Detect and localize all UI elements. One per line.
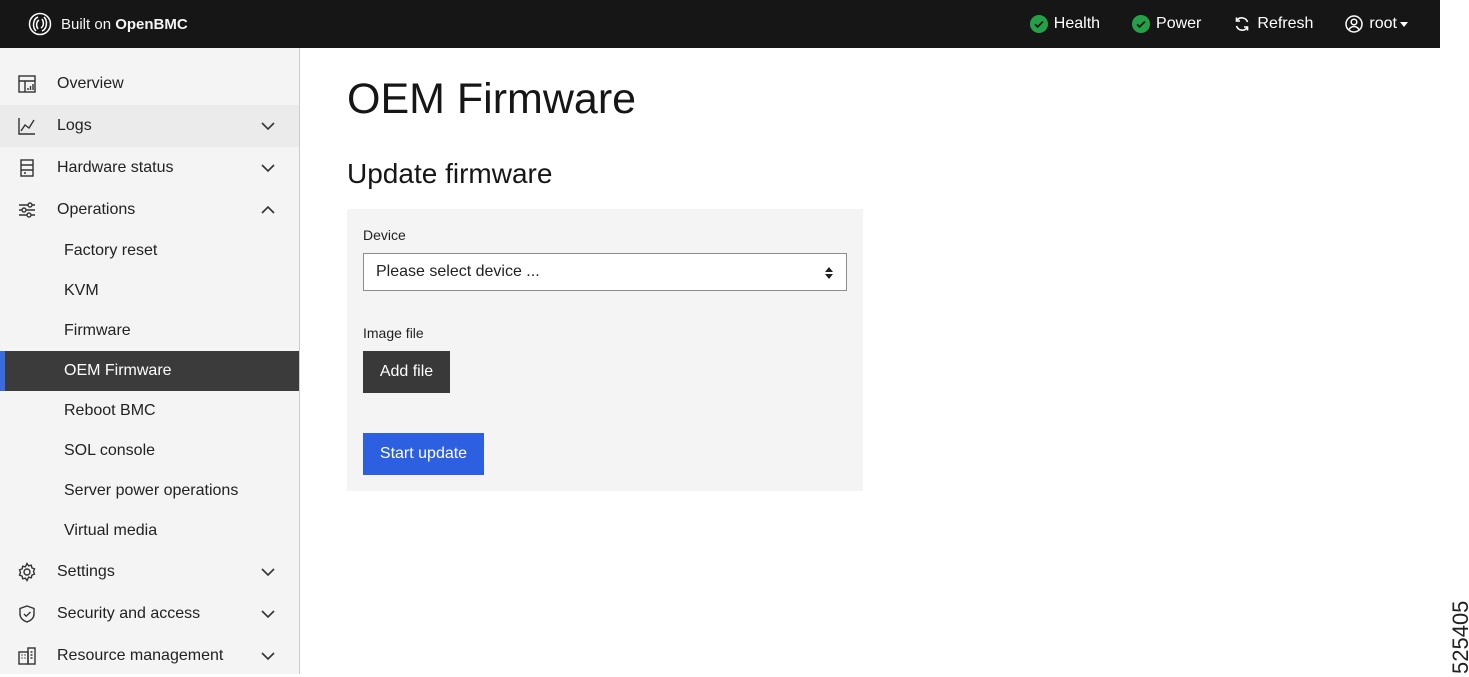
- data-base-icon: [20, 159, 34, 177]
- sidebar-item-overview[interactable]: Overview: [0, 63, 299, 105]
- update-firmware-panel: Device Please select device ... Image fi…: [347, 209, 863, 491]
- device-label: Device: [363, 227, 406, 243]
- device-select[interactable]: Please select device ...: [363, 253, 847, 291]
- chevron-down-icon: [261, 610, 275, 619]
- sidebar-item-settings[interactable]: Settings: [0, 551, 299, 593]
- check-circle-icon: [1029, 15, 1048, 33]
- sidebar-subitem-virtual-media[interactable]: Virtual media: [0, 511, 299, 551]
- chevron-up-icon: [261, 205, 275, 214]
- section-title: Update firmware: [347, 158, 553, 189]
- chevron-down-icon: [261, 164, 275, 173]
- brand-prefix: Built on: [61, 15, 112, 33]
- sidebar-item-logs[interactable]: Logs: [0, 105, 299, 147]
- sidebar-item-label: Overview: [57, 75, 124, 92]
- sidebar-subitem-firmware[interactable]: Firmware: [0, 311, 299, 351]
- chevron-down-icon: [261, 122, 275, 131]
- sidebar: Overview Logs Hardware status Operations…: [0, 48, 300, 674]
- sidebar-item-label: Hardware status: [57, 159, 174, 176]
- sidebar-item-label: Operations: [57, 201, 136, 218]
- chevron-down-icon: [261, 652, 275, 661]
- user-avatar-icon: [1345, 15, 1364, 33]
- brand-text: Built on OpenBMC: [61, 16, 188, 33]
- page-title: OEM Firmware: [347, 75, 637, 123]
- health-status[interactable]: Health: [1029, 15, 1101, 33]
- caret-down-icon: [1400, 21, 1408, 27]
- chevron-down-icon: [261, 568, 275, 577]
- sidebar-subitem-factory-reset[interactable]: Factory reset: [0, 231, 299, 271]
- add-file-button[interactable]: Add file: [363, 351, 450, 393]
- refresh-icon: [1236, 17, 1249, 31]
- user-label: root: [1369, 15, 1397, 32]
- power-status[interactable]: Power: [1132, 15, 1201, 33]
- sidebar-item-label: Logs: [57, 117, 92, 134]
- brand-name: OpenBMC: [115, 15, 188, 33]
- sidebar-item-security-and-access[interactable]: Security and access: [0, 593, 299, 635]
- sidebar-item-label: Resource management: [57, 647, 224, 664]
- sidebar-subitem-oem-firmware[interactable]: OEM Firmware: [0, 351, 299, 391]
- refresh-button[interactable]: Refresh: [1233, 15, 1313, 33]
- brand[interactable]: Built on OpenBMC: [28, 12, 188, 36]
- side-id-label: 525405: [1448, 600, 1469, 674]
- sidebar-subitem-server-power-operations[interactable]: Server power operations: [0, 471, 299, 511]
- health-label: Health: [1053, 15, 1101, 32]
- refresh-label: Refresh: [1257, 15, 1314, 32]
- user-menu[interactable]: root: [1345, 15, 1408, 33]
- openbmc-logo-icon: [28, 12, 52, 36]
- dashboard-icon: [18, 75, 36, 93]
- power-label: Power: [1156, 15, 1202, 32]
- sidebar-subitem-reboot-bmc[interactable]: Reboot BMC: [0, 391, 299, 431]
- sidebar-item-hardware-status[interactable]: Hardware status: [0, 147, 299, 189]
- shield-icon: [19, 605, 35, 623]
- sidebar-item-label: Security and access: [57, 605, 201, 622]
- top-navbar: Built on OpenBMC Health Power Refresh ro…: [0, 0, 1440, 48]
- device-select-value: Please select device ...: [376, 263, 540, 280]
- building-icon: [18, 647, 36, 665]
- sidebar-item-operations[interactable]: Operations: [0, 189, 299, 231]
- sidebar-item-resource-management[interactable]: Resource management: [0, 635, 299, 677]
- sidebar-subitem-sol-console[interactable]: SOL console: [0, 431, 299, 471]
- chart-line-icon: [18, 118, 35, 135]
- sidebar-item-label: Settings: [57, 563, 115, 580]
- settings-adjust-icon: [19, 202, 35, 218]
- image-file-label: Image file: [363, 325, 424, 341]
- gear-icon: [18, 562, 36, 582]
- sidebar-subitem-kvm[interactable]: KVM: [0, 271, 299, 311]
- check-circle-icon: [1132, 15, 1151, 33]
- start-update-button[interactable]: Start update: [363, 433, 484, 475]
- sort-arrows-icon: [825, 267, 833, 279]
